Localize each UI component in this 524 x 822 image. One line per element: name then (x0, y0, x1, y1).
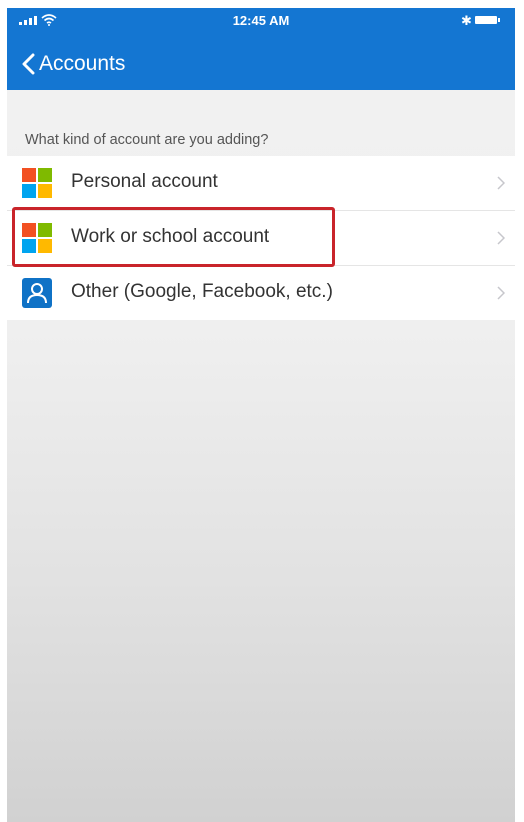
status-bar: 12:45 AM ✱ (7, 8, 515, 32)
option-label: Other (Google, Facebook, etc.) (71, 281, 333, 302)
status-time: 12:45 AM (232, 13, 290, 28)
option-other-account[interactable]: Other (Google, Facebook, etc.) (7, 266, 515, 320)
bluetooth-icon: ✱ (461, 13, 472, 28)
header-bar: 12:45 AM ✱ Accounts (7, 8, 515, 90)
phone-screen: 12:45 AM ✱ Accounts What kind of account… (7, 8, 515, 822)
chevron-right-icon (497, 231, 505, 245)
chevron-right-icon (497, 176, 505, 190)
account-type-list: Personal account Work or school account (7, 156, 515, 320)
account-type-prompt: What kind of account are you adding? (25, 132, 269, 148)
battery-icon (475, 16, 497, 24)
back-button[interactable]: Accounts (21, 46, 125, 82)
option-label: Personal account (71, 171, 218, 192)
battery-tip (498, 18, 500, 22)
back-button-label: Accounts (39, 52, 126, 75)
microsoft-logo-icon (22, 168, 52, 198)
chevron-right-icon (497, 286, 505, 300)
microsoft-logo-icon (22, 223, 52, 253)
person-icon (22, 278, 52, 308)
option-label: Work or school account (71, 226, 270, 247)
chevron-left-icon (22, 53, 35, 75)
option-personal-account[interactable]: Personal account (7, 156, 515, 211)
option-work-or-school-account[interactable]: Work or school account (7, 211, 515, 266)
